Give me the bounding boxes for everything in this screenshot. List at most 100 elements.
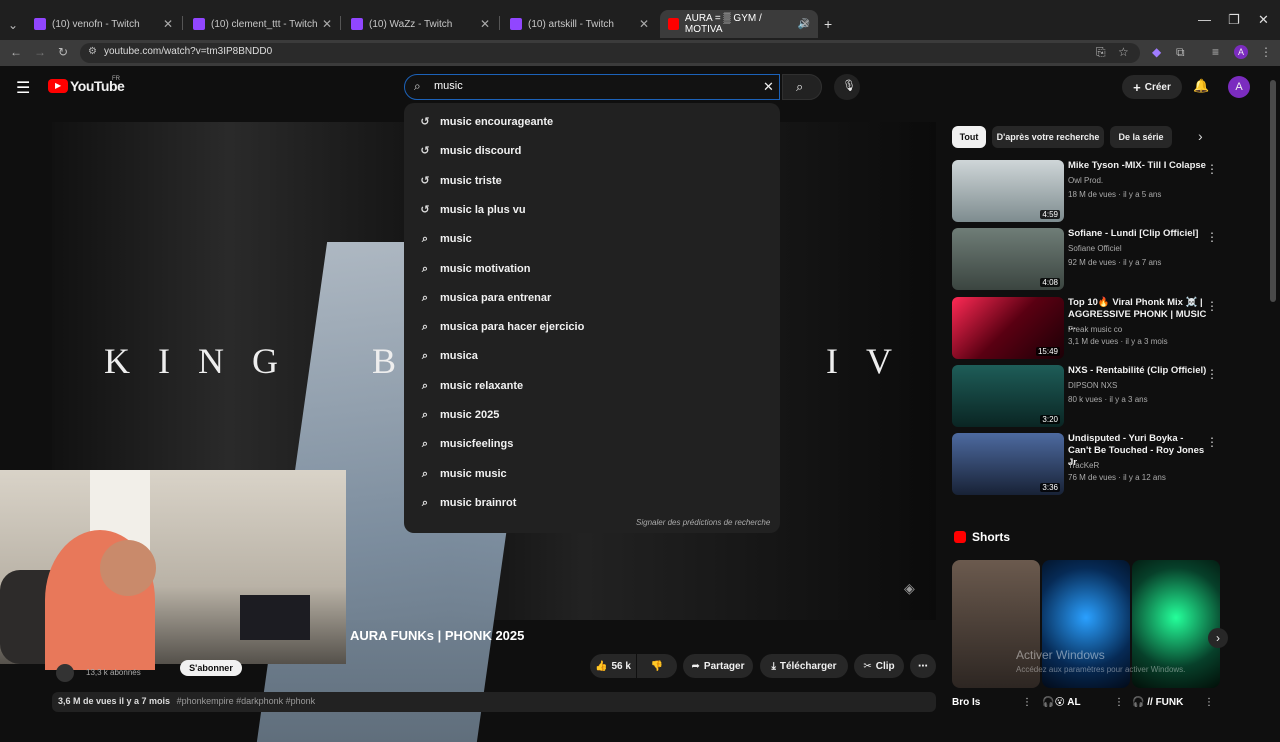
suggestion-item[interactable]: ⌕ music 2025	[418, 405, 499, 425]
video-thumbnail[interactable]: 4:59	[952, 160, 1064, 222]
share-button[interactable]: ➦ Partager	[683, 654, 753, 678]
page-scrollbar[interactable]	[1270, 80, 1276, 302]
clear-search-icon[interactable]: ✕	[763, 79, 774, 95]
restore-icon[interactable]: ❐	[1228, 12, 1240, 28]
suggestion-item[interactable]: ⌕ music relaxante	[418, 376, 523, 396]
more-icon[interactable]: ⋮	[1206, 299, 1218, 313]
media-control-icon[interactable]: ≡	[1212, 45, 1219, 59]
short-title[interactable]: 🎧😮 AL	[1042, 697, 1081, 708]
bookmark-star-icon[interactable]: ☆	[1118, 45, 1129, 59]
suggestion-item[interactable]: ↺ music la plus vu	[418, 200, 525, 220]
recommended-title[interactable]: NXS - Rentabilité (Clip Officiel)	[1068, 365, 1208, 377]
recommended-video[interactable]: 4:59 Mike Tyson -MIX- Till I Colapse Owl P…	[952, 160, 1228, 222]
recommended-title[interactable]: Sofiane - Lundi [Clip Officiel]	[1068, 228, 1208, 240]
close-icon[interactable]: ✕	[639, 17, 649, 31]
suggestion-item[interactable]: ⌕ musica	[418, 346, 478, 366]
short-more-icon[interactable]: ⋮	[1204, 697, 1214, 708]
video-thumbnail[interactable]: 4:08	[952, 228, 1064, 291]
suggestion-item[interactable]: ⌕ music brainrot	[418, 493, 517, 513]
search-icon: ⌕	[421, 233, 429, 246]
recommended-title[interactable]: Mike Tyson -MIX- Till I Colapse	[1068, 160, 1208, 172]
more-icon[interactable]: ⋮	[1206, 367, 1218, 381]
tab-label: (10) WaZz - Twitch	[369, 18, 453, 30]
profile-avatar[interactable]: A	[1234, 45, 1248, 59]
channel-avatar[interactable]	[56, 664, 74, 682]
dislike-button[interactable]: 👎	[637, 654, 677, 678]
account-avatar[interactable]: A	[1228, 76, 1250, 98]
short-more-icon[interactable]: ⋮	[1114, 697, 1124, 708]
more-icon[interactable]: ⋮	[1206, 435, 1218, 449]
like-button[interactable]: 👍 56 k	[590, 654, 636, 678]
video-duration: 4:08	[1040, 278, 1060, 288]
close-icon[interactable]: ✕	[163, 17, 173, 31]
minimize-icon[interactable]: —	[1198, 12, 1211, 27]
suggestion-item[interactable]: ⌕ music	[418, 229, 472, 249]
extensions-puzzle-icon[interactable]: ⧉	[1176, 45, 1185, 60]
channel-name[interactable]: Sofiane Officiel	[1068, 244, 1122, 253]
short-title[interactable]: 🎧 // FUNK	[1132, 697, 1183, 708]
browser-menu-icon[interactable]: ⋮	[1260, 45, 1272, 59]
close-icon[interactable]: ✕	[800, 17, 810, 31]
video-thumbnail[interactable]: 3:36	[952, 433, 1064, 496]
url-text[interactable]: youtube.com/watch?v=tm3IP8BNDD0	[104, 46, 272, 57]
video-description[interactable]: 3,6 M de vues il y a 7 mois #phonkempire…	[52, 692, 936, 712]
channel-name[interactable]: TracKeR	[1068, 461, 1099, 470]
recommended-video[interactable]: 3:20 NXS - Rentabilité (Clip Officiel) DIP…	[952, 364, 1228, 427]
suggestion-item[interactable]: ↺ music encourageante	[418, 112, 553, 132]
close-window-icon[interactable]: ✕	[1258, 12, 1269, 28]
recommended-video[interactable]: 15:49 Top 10🔥 Viral Phonk Mix ☠️ | AGGRES…	[952, 296, 1228, 359]
back-icon[interactable]: ←	[10, 45, 22, 59]
close-icon[interactable]: ✕	[480, 17, 490, 31]
suggestion-item[interactable]: ⌕ music motivation	[418, 259, 531, 279]
video-thumbnail[interactable]: 3:20	[952, 364, 1064, 427]
suggestion-item[interactable]: ⌕ music music	[418, 464, 507, 484]
site-info-icon[interactable]: ⚙	[88, 46, 97, 57]
more-icon[interactable]: ⋮	[1206, 230, 1218, 244]
browser-tab-1[interactable]: (10) venofn - Twitch ✕	[26, 10, 181, 38]
subscribe-button[interactable]: S'abonner	[180, 660, 242, 676]
browser-tab-4[interactable]: (10) artskill - Twitch ✕	[502, 10, 657, 38]
browser-tab-3[interactable]: (10) WaZz - Twitch ✕	[343, 10, 498, 38]
short-more-icon[interactable]: ⋮	[1022, 697, 1032, 708]
recommended-video[interactable]: 3:36 Undisputed - Yuri Boyka - Can't Be T…	[952, 433, 1228, 496]
suggestion-item[interactable]: ⌕ musica para entrenar	[418, 288, 551, 308]
report-predictions-link[interactable]: Signaler des prédictions de recherche	[636, 518, 770, 527]
extension-icon[interactable]: ◆	[1152, 45, 1161, 59]
video-thumbnail[interactable]: 15:49	[952, 296, 1064, 359]
tab-search-icon[interactable]: ⌄	[8, 18, 18, 32]
browser-tab-2[interactable]: (10) clement_ttt - Twitch ✕	[185, 10, 340, 38]
more-actions-button[interactable]: ⋯	[910, 654, 936, 678]
close-icon[interactable]: ✕	[322, 17, 332, 31]
shorts-next-button[interactable]: ›	[1208, 628, 1228, 648]
notifications-bell-icon[interactable]: 🔔	[1193, 78, 1209, 94]
suggestion-item[interactable]: ⌕ musica para hacer ejercicio	[418, 317, 584, 337]
suggestion-item[interactable]: ⌕ musicfeelings	[418, 434, 513, 454]
chip-all[interactable]: Tout	[952, 126, 986, 148]
hamburger-menu-icon[interactable]: ☰	[16, 78, 30, 98]
suggestion-item[interactable]: ↺ music triste	[418, 171, 501, 191]
voice-search-button[interactable]: 🎙	[834, 74, 860, 100]
chip-related[interactable]: D'après votre recherche	[992, 126, 1104, 148]
youtube-logo-icon[interactable]: ▶	[48, 79, 68, 93]
short-title[interactable]: Bro Is	[952, 697, 980, 708]
more-icon: ⋯	[918, 660, 928, 672]
chip-series[interactable]: De la série	[1110, 126, 1172, 148]
channel-name[interactable]: Owl Prod.	[1068, 176, 1103, 185]
search-button[interactable]: ⌕	[782, 74, 822, 100]
create-button[interactable]: + Créer	[1122, 75, 1182, 99]
channel-name[interactable]: DIPSON NXS	[1068, 381, 1117, 390]
hashtags[interactable]: #phonkempire #darkphonk #phonk	[177, 696, 316, 706]
channel-name[interactable]: Freak music co	[1068, 325, 1122, 334]
more-icon[interactable]: ⋮	[1206, 162, 1218, 176]
chevron-right-icon[interactable]: ›	[1198, 128, 1203, 144]
search-input[interactable]: music	[434, 80, 463, 92]
download-button[interactable]: ⤓ Télécharger	[760, 654, 848, 678]
new-tab-icon[interactable]: +	[824, 16, 832, 32]
suggestion-item[interactable]: ↺ music discourd	[418, 141, 521, 161]
recommended-video[interactable]: 4:08 Sofiane - Lundi [Clip Officiel] Sofia…	[952, 228, 1228, 291]
browser-tab-5[interactable]: AURA = ▒ GYM / MOTIVA 🔊 ✕	[660, 10, 818, 38]
clip-button[interactable]: ✂ Clip	[854, 654, 904, 678]
forward-icon[interactable]: →	[34, 45, 46, 59]
install-icon[interactable]: ⎘	[1096, 45, 1106, 60]
reload-icon[interactable]: ↻	[58, 45, 68, 59]
